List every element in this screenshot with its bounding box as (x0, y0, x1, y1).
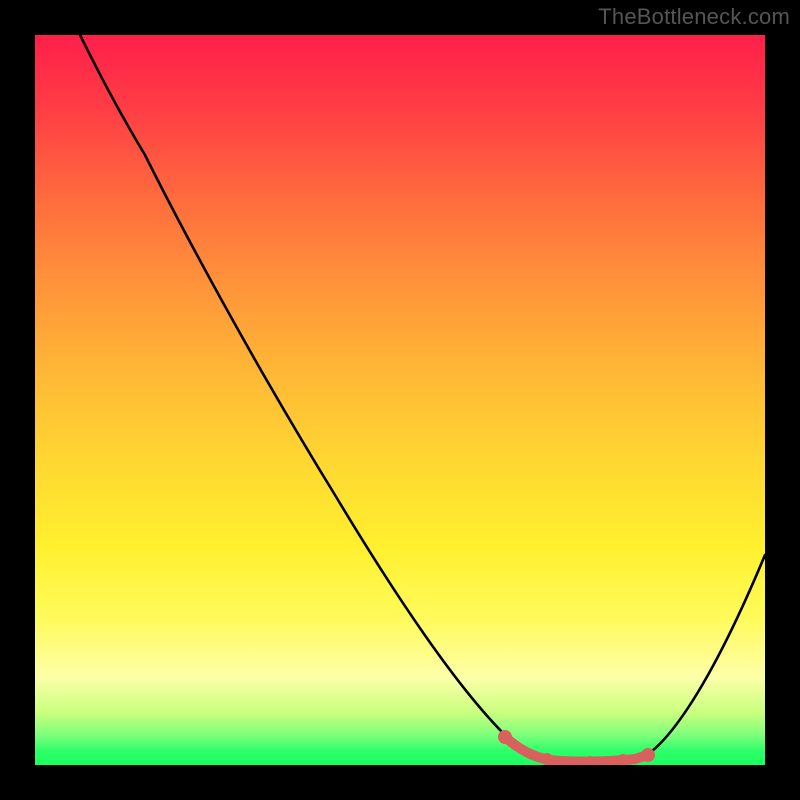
accent-end-dot (641, 748, 655, 762)
accent-mid-dot-1 (541, 753, 553, 765)
main-curve-path (80, 35, 765, 761)
chart-frame: TheBottleneck.com (0, 0, 800, 800)
bottleneck-curve (35, 35, 765, 765)
accent-start-dot (498, 730, 512, 744)
watermark-text: TheBottleneck.com (598, 4, 790, 30)
plot-area (35, 35, 765, 765)
